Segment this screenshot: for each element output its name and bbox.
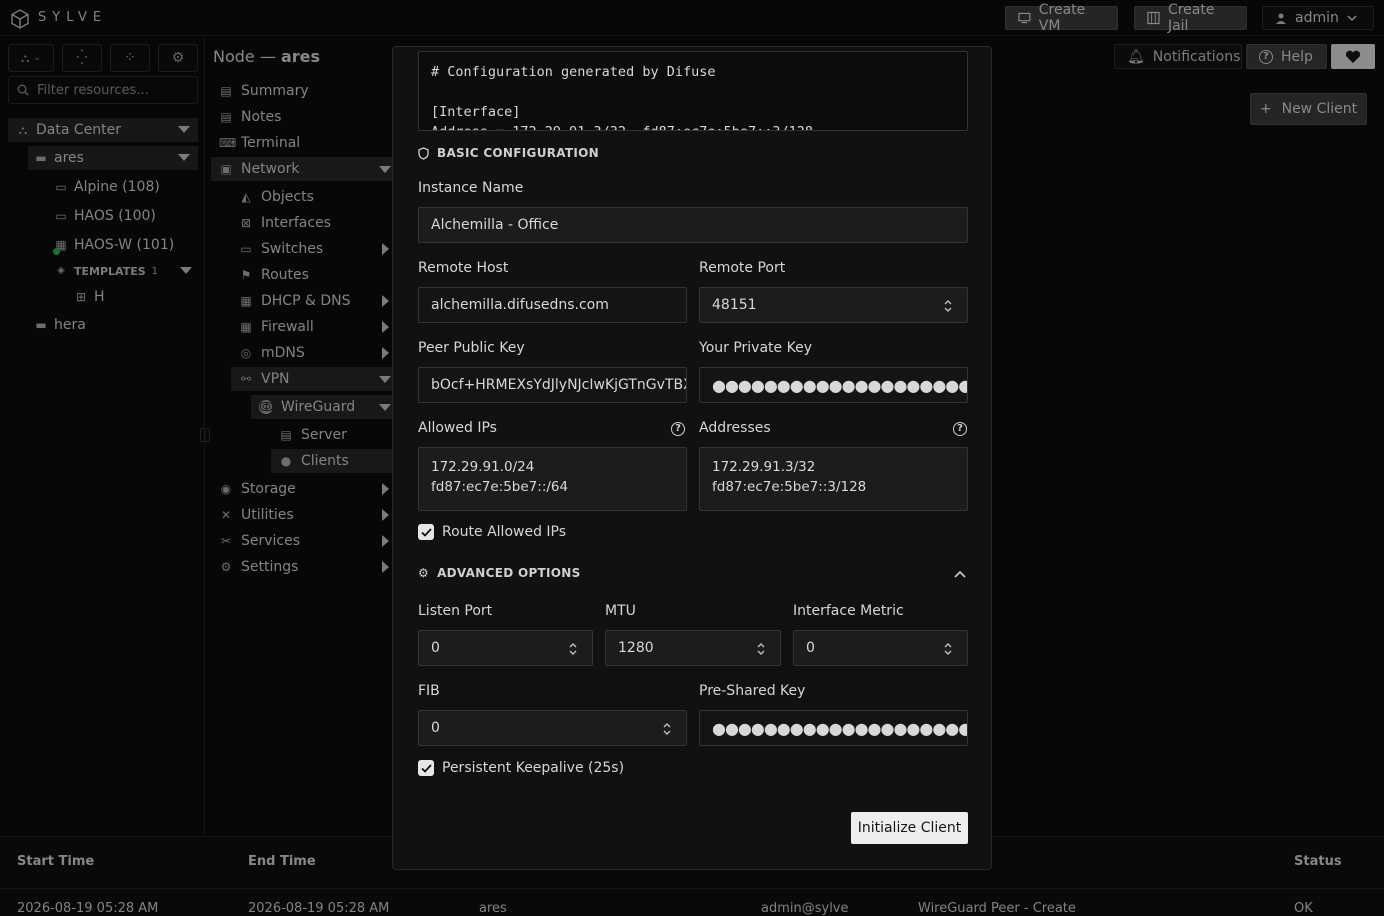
interface-metric-input[interactable]: 0 <box>793 630 968 666</box>
keepalive-row[interactable]: Persistent Keepalive (25s) <box>418 760 624 776</box>
allowed-ips-help-icon[interactable]: ? <box>671 422 685 436</box>
interface-metric-value: 0 <box>806 640 815 656</box>
listen-port-label: Listen Port <box>418 603 493 619</box>
mtu-value: 1280 <box>618 640 654 656</box>
fib-input[interactable]: 0 <box>418 710 687 746</box>
addresses-help-icon[interactable]: ? <box>953 422 967 436</box>
private-key-input[interactable]: ●●●●●●●●●●●●●●●●●●●●●●●●●●●●●● <box>699 367 968 403</box>
spinner-icon[interactable] <box>756 641 766 657</box>
listen-port-input[interactable]: 0 <box>418 630 593 666</box>
new-client-dialog: # Configuration generated by Difuse [Int… <box>392 46 992 870</box>
spinner-icon[interactable] <box>943 298 953 314</box>
check-icon <box>420 763 432 773</box>
route-allowed-ips-row[interactable]: Route Allowed IPs <box>418 524 566 540</box>
fib-label: FIB <box>418 683 440 699</box>
shield-icon <box>418 146 429 160</box>
pre-shared-key-input[interactable]: ●●●●●●●●●●●●●●●●●●●●●●●●●●●●●● <box>699 710 968 746</box>
spinner-icon[interactable] <box>662 721 672 737</box>
instance-name-value: Alchemilla - Office <box>431 217 559 233</box>
addresses-label: Addresses <box>699 420 771 436</box>
advanced-options-heading[interactable]: ⚙ ADVANCED OPTIONS <box>418 566 581 580</box>
keepalive-checkbox[interactable] <box>418 760 434 776</box>
mtu-input[interactable]: 1280 <box>605 630 781 666</box>
remote-host-label: Remote Host <box>418 260 509 276</box>
peer-public-key-label: Peer Public Key <box>418 340 525 356</box>
private-key-mask: ●●●●●●●●●●●●●●●●●●●●●●●●●●●●●● <box>712 375 967 395</box>
keepalive-label: Persistent Keepalive (25s) <box>442 760 625 776</box>
remote-port-value: 48151 <box>712 297 757 313</box>
spinner-icon[interactable] <box>568 641 578 657</box>
advanced-options-label: ADVANCED OPTIONS <box>437 566 581 580</box>
route-allowed-ips-label: Route Allowed IPs <box>442 524 567 540</box>
peer-public-key-value: bOcf+HRMEXsYdJlyNJcIwKjGTnGvTBXI <box>431 377 687 393</box>
initialize-client-button[interactable]: Initialize Client <box>851 812 968 844</box>
basic-config-label: BASIC CONFIGURATION <box>437 146 600 160</box>
route-allowed-ips-checkbox[interactable] <box>418 524 434 540</box>
remote-port-input[interactable]: 48151 <box>699 287 968 323</box>
mtu-label: MTU <box>605 603 636 619</box>
chevron-up-icon[interactable] <box>954 570 966 578</box>
instance-name-label: Instance Name <box>418 180 524 196</box>
listen-port-value: 0 <box>431 640 440 656</box>
interface-metric-label: Interface Metric <box>793 603 904 619</box>
allowed-ips-textarea[interactable]: 172.29.91.0/24 fd87:ec7e:5be7::/64 <box>418 447 687 511</box>
spinner-icon[interactable] <box>943 641 953 657</box>
remote-host-value: alchemilla.difusedns.com <box>431 297 609 313</box>
addresses-textarea[interactable]: 172.29.91.3/32 fd87:ec7e:5be7::3/128 <box>699 447 968 511</box>
basic-config-heading: BASIC CONFIGURATION <box>418 146 599 160</box>
fib-value: 0 <box>431 720 440 736</box>
gear-icon: ⚙ <box>418 566 430 580</box>
private-key-label: Your Private Key <box>699 340 812 356</box>
remote-host-input[interactable]: alchemilla.difusedns.com <box>418 287 687 323</box>
pre-shared-key-label: Pre-Shared Key <box>699 683 806 699</box>
instance-name-input[interactable]: Alchemilla - Office <box>418 207 968 243</box>
allowed-ips-label: Allowed IPs <box>418 420 497 436</box>
peer-public-key-input[interactable]: bOcf+HRMEXsYdJlyNJcIwKjGTnGvTBXI <box>418 367 687 403</box>
remote-port-label: Remote Port <box>699 260 786 276</box>
pre-shared-key-mask: ●●●●●●●●●●●●●●●●●●●●●●●●●●●●●● <box>712 718 967 738</box>
check-icon <box>420 527 432 537</box>
config-preview[interactable]: # Configuration generated by Difuse [Int… <box>418 51 968 131</box>
